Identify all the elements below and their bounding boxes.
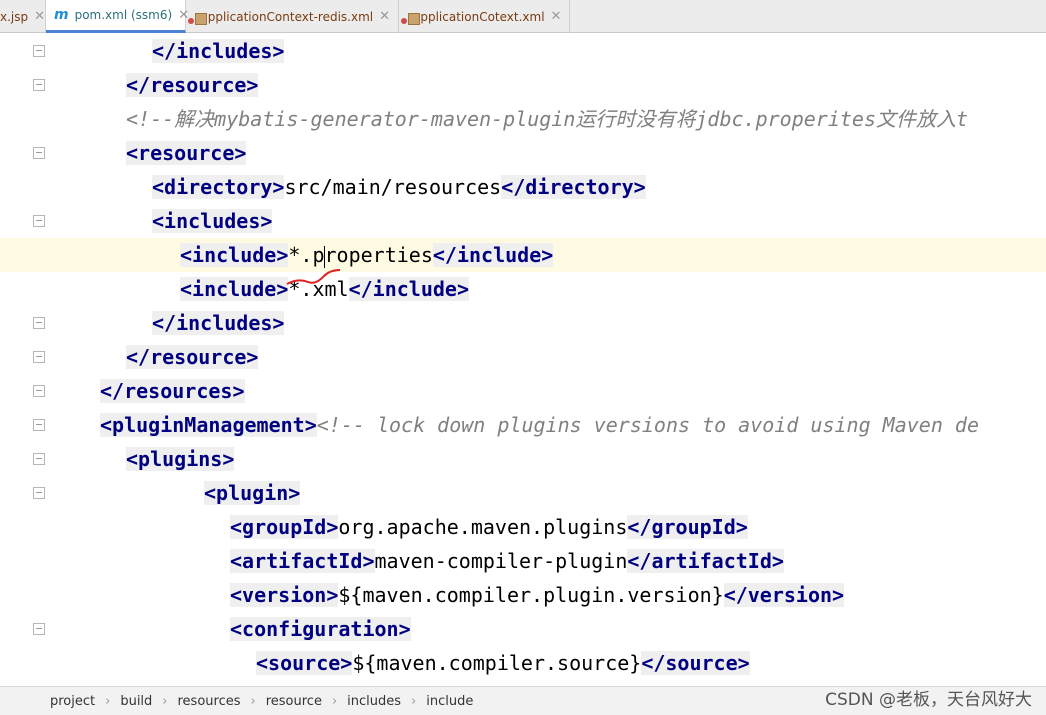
close-icon[interactable]: ✕: [34, 9, 45, 24]
xml-text: org.apache.maven.plugins: [338, 515, 628, 539]
code-line: <artifactId>maven-compiler-plugin</artif…: [48, 544, 784, 578]
fold-icon[interactable]: [33, 45, 45, 57]
code-line: </includes>: [48, 34, 285, 68]
fold-icon[interactable]: [33, 385, 45, 397]
maven-file-icon: m: [54, 7, 69, 23]
xml-tag: <groupId>: [230, 515, 339, 539]
breadcrumb-item[interactable]: build: [120, 694, 152, 709]
code-line: <include>*.xml</include>: [48, 272, 470, 306]
xml-text: ${maven.compiler.plugin.version}: [338, 583, 724, 607]
xml-tag: <includes>: [152, 209, 273, 233]
breadcrumb-item[interactable]: resource: [266, 694, 322, 709]
fold-icon[interactable]: [33, 487, 45, 499]
tab-applicationcontext-redis[interactable]: applicationContext-redis.xml ✕: [186, 0, 399, 33]
code-line: <pluginManagement><!-- lock down plugins…: [48, 408, 979, 442]
code-line: <plugin>: [48, 476, 301, 510]
code-line: <resource>: [48, 136, 247, 170]
chevron-right-icon: ›: [250, 693, 256, 709]
xml-tag: </include>: [432, 243, 554, 267]
chevron-right-icon: ›: [105, 693, 111, 709]
xml-tag: <directory>: [152, 175, 285, 199]
tab-applicationcotext[interactable]: applicationCotext.xml ✕: [399, 0, 570, 33]
fold-icon[interactable]: [33, 79, 45, 91]
chevron-right-icon: ›: [331, 693, 338, 709]
breadcrumb-item[interactable]: include: [426, 694, 473, 709]
xml-tag: </includes>: [152, 311, 285, 335]
code-line: </resource>: [48, 340, 259, 374]
xml-comment: <!--解决mybatis-generator-maven-plugin运行时没…: [126, 107, 969, 131]
close-icon[interactable]: ✕: [551, 9, 562, 24]
current-code-line: <include>*.properties</include>: [0, 238, 1046, 272]
xml-text: src/main/resources: [284, 175, 502, 199]
code-line: <includes>: [48, 204, 273, 238]
breadcrumb-item[interactable]: includes: [347, 694, 401, 709]
breadcrumb-item[interactable]: resources: [178, 694, 241, 709]
xml-tag: </include>: [348, 277, 470, 301]
fold-icon[interactable]: [33, 215, 45, 227]
close-icon[interactable]: ✕: [379, 9, 390, 24]
xml-text: maven-compiler-plugin: [374, 549, 628, 573]
fold-icon[interactable]: [33, 419, 45, 431]
tab-label: x.jsp: [0, 9, 29, 24]
chevron-right-icon: ›: [411, 693, 417, 709]
fold-icon[interactable]: [33, 147, 45, 159]
code-line: </resources>: [48, 374, 245, 408]
breadcrumb-item[interactable]: project: [50, 694, 95, 709]
editor-tab-bar: x.jsp ✕ m pom.xml (ssm6) ✕ applicationCo…: [0, 0, 1046, 33]
xml-tag: <source>: [256, 651, 353, 675]
gutter: [0, 34, 48, 686]
code-line: <directory>src/main/resources</directory…: [48, 170, 646, 204]
code-line: <version>${maven.compiler.plugin.version…: [48, 578, 845, 612]
xml-tag: <version>: [230, 583, 339, 607]
xml-tag: </includes>: [152, 39, 285, 63]
tab-pom-xml[interactable]: m pom.xml (ssm6) ✕: [46, 0, 189, 33]
xml-tag: <configuration>: [230, 617, 411, 641]
watermark: CSDN @老板，天台风好大: [825, 690, 1032, 710]
chevron-right-icon: ›: [162, 693, 168, 709]
tab-label: applicationCotext.xml: [413, 9, 545, 24]
xml-tag: <plugin>: [204, 481, 301, 505]
code-line: <groupId>org.apache.maven.plugins</group…: [48, 510, 748, 544]
xml-tag: <artifactId>: [230, 549, 375, 573]
red-annotation-stroke: [286, 269, 341, 285]
xml-tag: </artifactId>: [627, 549, 784, 573]
xml-text: ${maven.compiler.source}: [352, 651, 642, 675]
xml-comment: <!-- lock down plugins versions to avoid…: [316, 413, 980, 437]
code-line: <configuration>: [48, 612, 411, 646]
code-line: <!--解决mybatis-generator-maven-plugin运行时没…: [48, 102, 968, 136]
xml-tag: <resource>: [126, 141, 247, 165]
xml-tag: </resource>: [126, 345, 259, 369]
xml-tag: </version>: [723, 583, 845, 607]
fold-icon[interactable]: [33, 317, 45, 329]
xml-tag: </source>: [641, 651, 750, 675]
xml-tag: </groupId>: [627, 515, 748, 539]
fold-icon[interactable]: [33, 453, 45, 465]
fold-icon[interactable]: [33, 351, 45, 363]
xml-tag: </resources>: [100, 379, 245, 403]
code-line: <plugins>: [48, 442, 235, 476]
tab-label: pom.xml (ssm6): [74, 8, 173, 22]
xml-tag: <include>: [180, 243, 289, 267]
xml-tag: <pluginManagement>: [100, 413, 317, 437]
code-editor[interactable]: </includes> </resource> <!--解决mybatis-ge…: [0, 34, 1046, 686]
xml-tag: <include>: [180, 277, 289, 301]
tab-jsp[interactable]: x.jsp ✕: [0, 0, 46, 33]
code-line: </resource>: [48, 68, 259, 102]
xml-tag: </directory>: [501, 175, 646, 199]
fold-icon[interactable]: [33, 623, 45, 635]
xml-tag: <plugins>: [126, 447, 235, 471]
xml-tag: </resource>: [126, 73, 259, 97]
tab-label: applicationContext-redis.xml: [200, 9, 374, 24]
code-line: <source>${maven.compiler.source}</source…: [48, 646, 750, 680]
code-line: </includes>: [48, 306, 285, 340]
